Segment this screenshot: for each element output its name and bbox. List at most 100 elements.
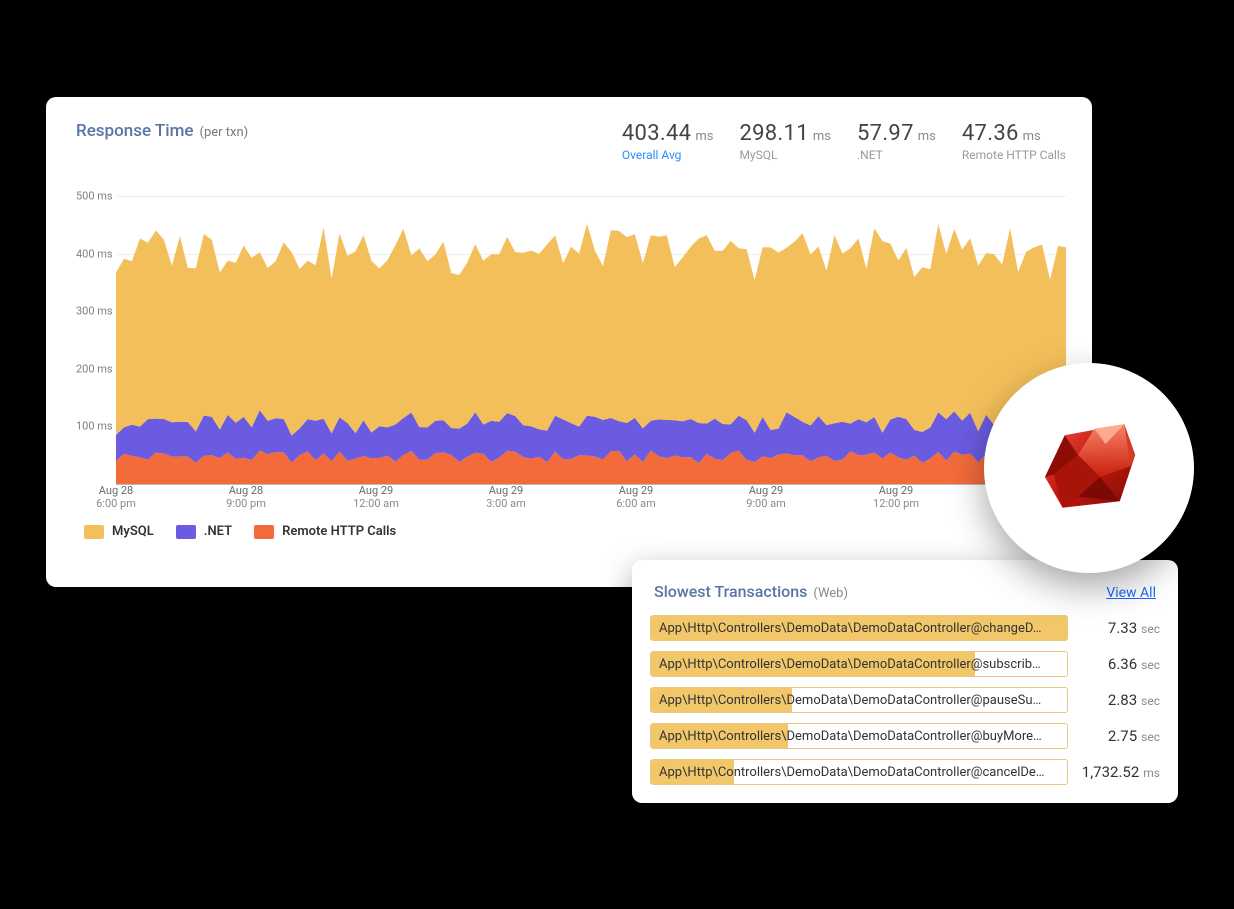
x-tick-time: 9:00 am	[726, 497, 806, 510]
summary-value: 57.97	[857, 121, 914, 146]
transaction-unit: sec	[1141, 730, 1160, 744]
slowest-transactions-card: Slowest Transactions (Web) View All App\…	[632, 560, 1178, 803]
summary-unit: ms	[813, 129, 831, 144]
transaction-value: 7.33 sec	[1076, 619, 1160, 637]
transactions-list: App\Http\Controllers\DemoData\DemoDataCo…	[650, 615, 1160, 785]
chart-legend: MySQL .NET Remote HTTP Calls	[84, 524, 1066, 539]
stacked-area-chart	[116, 196, 1066, 484]
transactions-title-wrap: Slowest Transactions (Web)	[654, 582, 848, 601]
chart-title: Response Time	[76, 121, 194, 141]
chart-title-wrap: Response Time (per txn)	[76, 121, 248, 141]
response-time-card: Response Time (per txn) 403.44 ms Overall …	[46, 97, 1092, 587]
summary-value: 47.36	[962, 121, 1019, 146]
transaction-value: 1,732.52ms	[1076, 763, 1160, 781]
x-tick: Aug 2912:00 am	[336, 484, 416, 516]
x-tick-time: 12:00 am	[336, 497, 416, 510]
area-mysql	[116, 224, 1066, 436]
transaction-number: 7.33	[1108, 619, 1137, 637]
x-tick-date: Aug 28	[76, 484, 156, 497]
transaction-unit: ms	[1143, 766, 1160, 780]
transaction-unit: sec	[1141, 694, 1160, 708]
summary-value: 403.44	[622, 121, 691, 146]
ruby-badge	[984, 363, 1194, 573]
summary-metrics: 403.44 ms Overall Avg 298.11 ms MySQL 57.97 ms.…	[622, 121, 1066, 162]
legend-swatch	[176, 525, 196, 539]
y-tick-label: 200 ms	[76, 362, 113, 375]
summary-label: MySQL	[739, 148, 831, 162]
transaction-unit: sec	[1141, 658, 1160, 672]
summary-metric: 298.11 ms MySQL	[739, 121, 831, 162]
transaction-bar: App\Http\Controllers\DemoData\DemoDataCo…	[650, 759, 1068, 785]
x-tick-date: Aug 29	[726, 484, 806, 497]
transaction-row[interactable]: App\Http\Controllers\DemoData\DemoDataCo…	[650, 651, 1160, 677]
summary-metric: 403.44 ms Overall Avg	[622, 121, 714, 162]
transaction-row[interactable]: App\Http\Controllers\DemoData\DemoDataCo…	[650, 723, 1160, 749]
x-tick-time: 12:00 pm	[856, 497, 936, 510]
transaction-label: App\Http\Controllers\DemoData\DemoDataCo…	[651, 657, 1067, 672]
legend-item[interactable]: MySQL	[84, 524, 154, 539]
transaction-unit: sec	[1141, 622, 1160, 636]
ruby-icon	[1034, 411, 1144, 525]
transaction-bar: App\Http\Controllers\DemoData\DemoDataCo…	[650, 723, 1068, 749]
summary-label: Remote HTTP Calls	[962, 148, 1066, 162]
legend-label: Remote HTTP Calls	[282, 524, 396, 539]
transaction-value: 2.83 sec	[1076, 691, 1160, 709]
x-tick: Aug 296:00 am	[596, 484, 676, 516]
x-tick: Aug 289:00 pm	[206, 484, 286, 516]
x-tick-time: 6:00 pm	[76, 497, 156, 510]
legend-item[interactable]: .NET	[176, 524, 232, 539]
transaction-row[interactable]: App\Http\Controllers\DemoData\DemoDataCo…	[650, 759, 1160, 785]
x-tick-date: Aug 29	[596, 484, 676, 497]
chart-body: 500 ms400 ms300 ms200 ms100 ms Aug 286:0…	[76, 196, 1066, 516]
transaction-bar: App\Http\Controllers\DemoData\DemoDataCo…	[650, 651, 1068, 677]
x-tick: Aug 299:00 am	[726, 484, 806, 516]
chart-header: Response Time (per txn) 403.44 ms Overall …	[76, 121, 1066, 162]
legend-label: MySQL	[112, 524, 154, 539]
y-tick-label: 400 ms	[76, 247, 113, 260]
summary-metric: 57.97 ms .NET	[857, 121, 936, 162]
x-tick-date: Aug 29	[336, 484, 416, 497]
transaction-number: 2.83	[1108, 691, 1137, 709]
transaction-row[interactable]: App\Http\Controllers\DemoData\DemoDataCo…	[650, 615, 1160, 641]
x-axis: Aug 286:00 pmAug 289:00 pmAug 2912:00 am…	[116, 484, 1066, 516]
transaction-number: 6.36	[1108, 655, 1137, 673]
legend-swatch	[84, 525, 104, 539]
summary-metric: 47.36 ms Remote HTTP Calls	[962, 121, 1066, 162]
chart-subtitle: (per txn)	[200, 125, 249, 140]
transaction-label: App\Http\Controllers\DemoData\DemoDataCo…	[651, 621, 1067, 636]
transaction-label: App\Http\Controllers\DemoData\DemoDataCo…	[651, 765, 1067, 780]
x-tick-date: Aug 29	[856, 484, 936, 497]
transactions-title: Slowest Transactions	[654, 582, 807, 601]
transaction-bar: App\Http\Controllers\DemoData\DemoDataCo…	[650, 615, 1068, 641]
transaction-row[interactable]: App\Http\Controllers\DemoData\DemoDataCo…	[650, 687, 1160, 713]
transaction-number: 1,732.52	[1082, 763, 1140, 781]
transaction-value: 2.75 sec	[1076, 727, 1160, 745]
legend-swatch	[254, 525, 274, 539]
legend-item[interactable]: Remote HTTP Calls	[254, 524, 396, 539]
y-tick-label: 500 ms	[76, 190, 113, 203]
summary-label: .NET	[857, 148, 936, 162]
transaction-bar: App\Http\Controllers\DemoData\DemoDataCo…	[650, 687, 1068, 713]
legend-label: .NET	[204, 524, 232, 539]
summary-unit: ms	[1023, 129, 1041, 144]
transaction-value: 6.36 sec	[1076, 655, 1160, 673]
summary-unit: ms	[918, 129, 936, 144]
x-tick-date: Aug 28	[206, 484, 286, 497]
x-tick-time: 6:00 am	[596, 497, 676, 510]
x-tick: Aug 293:00 am	[466, 484, 546, 516]
y-tick-label: 300 ms	[76, 305, 113, 318]
transactions-scope: (Web)	[813, 586, 848, 601]
summary-value: 298.11	[739, 121, 808, 146]
transaction-label: App\Http\Controllers\DemoData\DemoDataCo…	[651, 729, 1067, 744]
summary-label: Overall Avg	[622, 148, 714, 162]
y-tick-label: 100 ms	[76, 420, 113, 433]
view-all-link[interactable]: View All	[1106, 585, 1156, 601]
summary-unit: ms	[695, 129, 713, 144]
transaction-number: 2.75	[1108, 727, 1137, 745]
x-tick-time: 3:00 am	[466, 497, 546, 510]
transaction-label: App\Http\Controllers\DemoData\DemoDataCo…	[651, 693, 1067, 708]
x-tick-date: Aug 29	[466, 484, 546, 497]
x-tick-time: 9:00 pm	[206, 497, 286, 510]
x-tick: Aug 2912:00 pm	[856, 484, 936, 516]
x-tick: Aug 286:00 pm	[76, 484, 156, 516]
